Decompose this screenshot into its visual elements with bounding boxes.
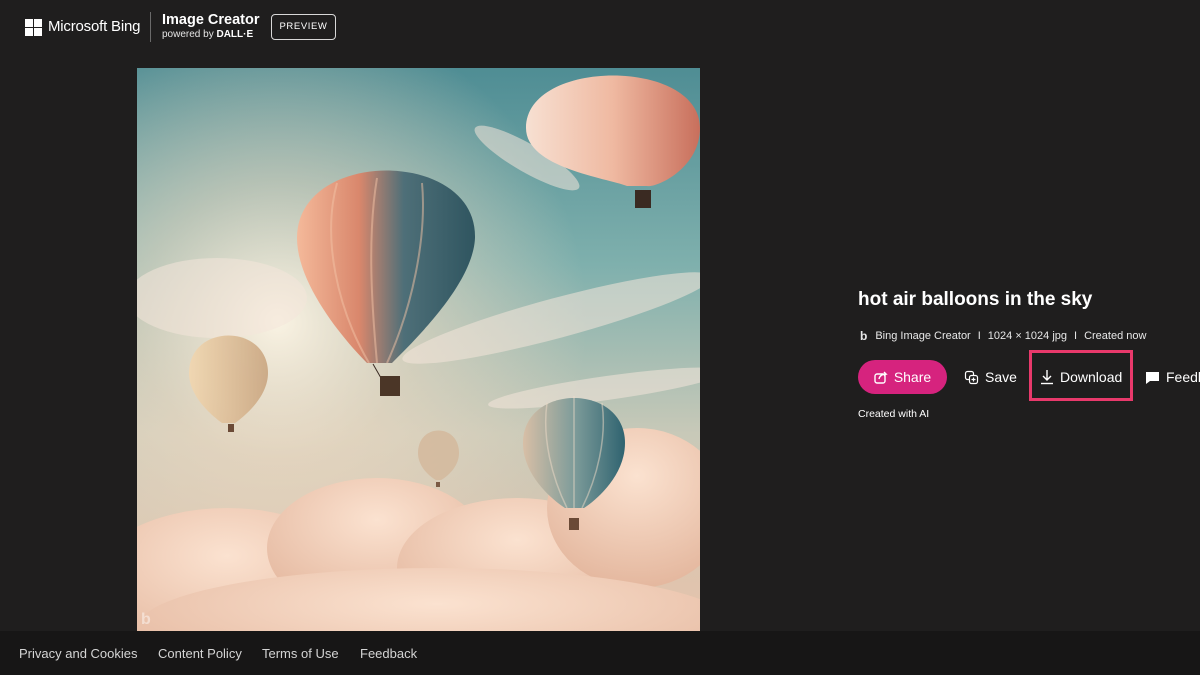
- feedback-label: Feedb: [1166, 369, 1200, 385]
- prompt-title: hot air balloons in the sky: [858, 289, 1093, 310]
- product-subtitle: powered by DALL·E: [162, 29, 260, 41]
- product-subtitle-prefix: powered by: [162, 29, 217, 40]
- meta-separator: I: [1074, 330, 1078, 342]
- product-subtitle-engine: DALL·E: [216, 29, 254, 40]
- share-icon: [874, 371, 888, 384]
- footer-link-content-policy[interactable]: Content Policy: [158, 646, 242, 661]
- download-button[interactable]: Download: [1040, 360, 1122, 394]
- save-label: Save: [985, 369, 1017, 385]
- meta-created: Created now: [1084, 330, 1147, 342]
- microsoft-logo-icon[interactable]: [25, 19, 42, 36]
- meta-source: Bing Image Creator: [875, 330, 971, 342]
- feedback-icon: [1146, 371, 1159, 384]
- feedback-button[interactable]: Feedb: [1145, 360, 1200, 394]
- image-creator-page: Microsoft Bing Image Creator powered by …: [0, 0, 1200, 675]
- details-panel: hot air balloons in the sky b Bing Image…: [858, 288, 1200, 420]
- created-with-ai-label: Created with AI: [858, 408, 930, 420]
- header: Microsoft Bing Image Creator powered by …: [0, 0, 1200, 56]
- header-divider: [150, 12, 151, 42]
- footer: Privacy and Cookies Content Policy Terms…: [0, 631, 1200, 675]
- product-logo[interactable]: Image Creator powered by DALL·E: [162, 12, 260, 41]
- bing-watermark-icon: b: [141, 611, 151, 628]
- balloons-illustration: b: [137, 68, 700, 631]
- save-collection-icon: [964, 370, 979, 384]
- download-icon: [1041, 370, 1053, 385]
- meta-dimensions: 1024 × 1024 jpg: [987, 330, 1068, 342]
- save-button[interactable]: Save: [964, 360, 1017, 394]
- generated-image[interactable]: b: [137, 68, 700, 631]
- brand-name[interactable]: Microsoft Bing: [48, 18, 140, 35]
- share-label: Share: [893, 369, 932, 385]
- share-button[interactable]: Share: [858, 360, 947, 394]
- preview-badge: PREVIEW: [271, 14, 336, 40]
- meta-separator: I: [977, 330, 981, 342]
- footer-link-privacy[interactable]: Privacy and Cookies: [19, 646, 138, 661]
- footer-link-terms[interactable]: Terms of Use: [262, 646, 339, 661]
- product-title: Image Creator: [162, 12, 260, 28]
- image-meta: b Bing Image Creator I 1024 × 1024 jpg I…: [858, 329, 1146, 343]
- download-label: Download: [1060, 369, 1123, 385]
- bing-logo-icon: b: [860, 329, 868, 343]
- footer-link-feedback[interactable]: Feedback: [360, 646, 417, 661]
- action-bar: Share Save Download Feed: [858, 360, 1200, 394]
